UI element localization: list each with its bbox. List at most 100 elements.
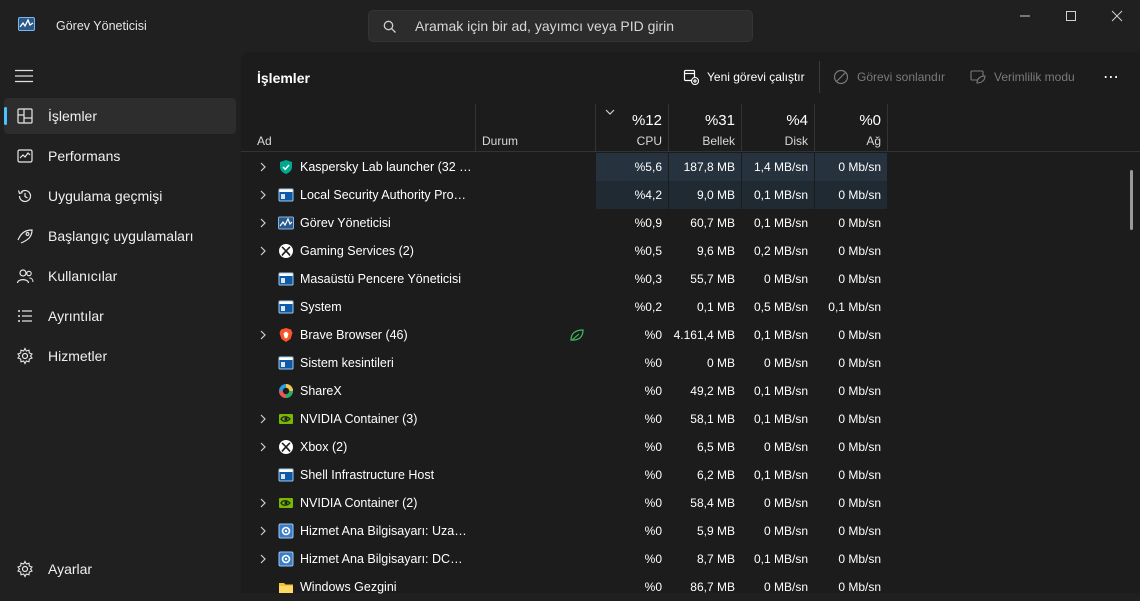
sidebar-item-users[interactable]: Kullanıcılar bbox=[4, 258, 236, 294]
process-row[interactable]: Brave Browser (46) %0 4.161,4 MB 0,1 MB/sn 0… bbox=[241, 321, 1140, 349]
network-value: 0 Mb/sn bbox=[838, 412, 881, 426]
memory-value: 58,1 MB bbox=[690, 412, 735, 426]
run-new-task-button[interactable]: Yeni görevi çalıştır bbox=[683, 66, 805, 88]
brave-icon bbox=[279, 328, 293, 342]
memory-value: 86,7 MB bbox=[690, 580, 735, 594]
users-icon bbox=[16, 269, 34, 284]
end-task-button[interactable]: Görevi sonlandır bbox=[833, 66, 945, 88]
process-name: Shell Infrastructure Host bbox=[300, 468, 435, 482]
process-row[interactable]: Sistem kesintileri %0 0 MB 0 MB/sn 0 Mb/sn bbox=[241, 349, 1140, 377]
column-header-status[interactable]: Durum bbox=[482, 134, 518, 148]
sidebar-item-label: Performans bbox=[48, 148, 121, 164]
process-name: Sistem kesintileri bbox=[300, 356, 394, 370]
process-row[interactable]: Görev Yöneticisi %0,9 60,7 MB 0,1 MB/sn 0 Mb… bbox=[241, 209, 1140, 237]
sidebar-item-app-history[interactable]: Uygulama geçmişi bbox=[4, 178, 236, 214]
search-input[interactable]: Aramak için bir ad, yayımcı veya PID gir… bbox=[415, 18, 674, 34]
process-name: Gaming Services (2) bbox=[300, 244, 414, 258]
memory-value: 60,7 MB bbox=[690, 216, 735, 230]
memory-value: 9,6 MB bbox=[696, 244, 735, 258]
cpu-value: %0,2 bbox=[634, 300, 662, 314]
column-header-name[interactable]: Ad bbox=[257, 134, 272, 148]
title-bar: Görev Yöneticisi Aramak için bir ad, yay… bbox=[0, 0, 1140, 52]
cpu-value: %0 bbox=[644, 328, 662, 342]
efficiency-leaf-icon bbox=[970, 70, 986, 84]
close-button[interactable] bbox=[1094, 6, 1140, 26]
sidebar-item-label: Başlangıç uygulamaları bbox=[48, 228, 194, 244]
task-manager-icon bbox=[278, 216, 294, 230]
services-icon bbox=[17, 347, 33, 365]
process-name: Brave Browser (46) bbox=[300, 328, 408, 342]
memory-value: 58,4 MB bbox=[690, 496, 735, 510]
chevron-right-icon[interactable] bbox=[258, 246, 268, 256]
process-row[interactable]: NVIDIA Container (2) %0 58,4 MB 0 MB/sn 0 Mb… bbox=[241, 489, 1140, 517]
process-row[interactable]: NVIDIA Container (3) %0 58,1 MB 0,1 MB/sn 0 … bbox=[241, 405, 1140, 433]
vertical-scrollbar[interactable] bbox=[1130, 170, 1133, 230]
memory-value: 8,7 MB bbox=[696, 552, 735, 566]
process-row[interactable]: Xbox (2) %0 6,5 MB 0 MB/sn 0 Mb/sn bbox=[241, 433, 1140, 461]
process-name: Masaüstü Pencere Yöneticisi bbox=[300, 272, 461, 286]
performance-icon bbox=[17, 149, 33, 163]
column-header-disk[interactable]: Disk bbox=[742, 134, 808, 148]
process-name: Hizmet Ana Bilgisayarı: Uzaktan Yordam Ç… bbox=[300, 524, 472, 538]
sharex-icon bbox=[279, 384, 293, 398]
xbox-icon bbox=[279, 440, 293, 454]
chevron-right-icon[interactable] bbox=[258, 526, 268, 536]
nvidia-icon bbox=[279, 414, 293, 424]
hamburger-menu-icon[interactable] bbox=[15, 69, 33, 83]
sidebar-item-startup[interactable]: Başlangıç uygulamaları bbox=[4, 218, 236, 254]
process-row[interactable]: Hizmet Ana Bilgisayarı: Uzaktan Yordam Ç… bbox=[241, 517, 1140, 545]
process-name: Görev Yöneticisi bbox=[300, 216, 391, 230]
process-name: Hizmet Ana Bilgisayarı: DCOM Sunucu İşle… bbox=[300, 552, 472, 566]
chevron-right-icon[interactable] bbox=[258, 218, 268, 228]
disk-value: 0 MB/sn bbox=[763, 356, 808, 370]
network-value: 0 Mb/sn bbox=[838, 216, 881, 230]
column-header-cpu-total[interactable]: %12 bbox=[596, 112, 662, 129]
sidebar-item-services[interactable]: Hizmetler bbox=[4, 338, 236, 374]
process-row[interactable]: Gaming Services (2) %0,5 9,6 MB 0,2 MB/sn 0 … bbox=[241, 237, 1140, 265]
chevron-right-icon[interactable] bbox=[258, 554, 268, 564]
process-name: ShareX bbox=[300, 384, 342, 398]
memory-value: 49,2 MB bbox=[690, 384, 735, 398]
maximize-button[interactable] bbox=[1048, 6, 1094, 26]
settings-gear-icon bbox=[17, 560, 33, 578]
process-row[interactable]: Masaüstü Pencere Yöneticisi %0,3 55,7 MB 0 … bbox=[241, 265, 1140, 293]
column-header-memory[interactable]: Bellek bbox=[669, 134, 735, 148]
process-row[interactable]: Shell Infrastructure Host %0 6,2 MB 0,1 MB/… bbox=[241, 461, 1140, 489]
search-box[interactable]: Aramak için bir ad, yayımcı veya PID gir… bbox=[368, 10, 753, 42]
process-row[interactable]: Hizmet Ana Bilgisayarı: DCOM Sunucu İşle… bbox=[241, 545, 1140, 573]
chevron-right-icon[interactable] bbox=[258, 498, 268, 508]
window-app-icon bbox=[278, 468, 294, 482]
cpu-value: %0 bbox=[644, 468, 662, 482]
column-header-memory-total[interactable]: %31 bbox=[669, 112, 735, 129]
chevron-right-icon[interactable] bbox=[258, 442, 268, 452]
disk-value: 0,1 MB/sn bbox=[753, 552, 808, 566]
chevron-right-icon[interactable] bbox=[258, 330, 268, 340]
process-row[interactable]: ShareX %0 49,2 MB 0,1 MB/sn 0 Mb/sn bbox=[241, 377, 1140, 405]
process-row[interactable]: System %0,2 0,1 MB 0,5 MB/sn 0,1 Mb/sn bbox=[241, 293, 1140, 321]
column-header-network[interactable]: Ağ bbox=[815, 134, 881, 148]
more-options-button[interactable]: ⋯ bbox=[1103, 66, 1119, 88]
column-header-cpu[interactable]: CPU bbox=[596, 134, 662, 148]
sidebar-item-performance[interactable]: Performans bbox=[4, 138, 236, 174]
cpu-value: %5,6 bbox=[596, 153, 668, 181]
network-value: 0,1 Mb/sn bbox=[828, 300, 881, 314]
minimize-button[interactable] bbox=[1002, 6, 1048, 26]
kaspersky-icon bbox=[280, 160, 292, 174]
column-header-network-total[interactable]: %0 bbox=[815, 112, 881, 129]
cpu-value: %0 bbox=[644, 412, 662, 426]
process-row[interactable]: Local Security Authority Process (3) %4,2… bbox=[241, 181, 1140, 209]
chevron-right-icon[interactable] bbox=[258, 162, 268, 172]
process-row[interactable]: Kaspersky Lab launcher (32 bit) %5,6 187,8… bbox=[241, 153, 1140, 181]
sidebar-item-processes[interactable]: İşlemler bbox=[4, 98, 236, 134]
chevron-right-icon[interactable] bbox=[258, 414, 268, 424]
sidebar-item-settings[interactable]: Ayarlar bbox=[4, 551, 236, 587]
network-value: 0 Mb/sn bbox=[838, 524, 881, 538]
toolbar-divider bbox=[819, 61, 820, 93]
disk-value: 0,1 MB/sn bbox=[753, 412, 808, 426]
sidebar-item-details[interactable]: Ayrıntılar bbox=[4, 298, 236, 334]
sidebar-item-label: Hizmetler bbox=[48, 348, 108, 364]
column-header-disk-total[interactable]: %4 bbox=[742, 112, 808, 129]
process-row[interactable]: Windows Gezgini %0 86,7 MB 0 MB/sn 0 Mb/sn bbox=[241, 573, 1140, 601]
efficiency-mode-button[interactable]: Verimlilik modu bbox=[970, 66, 1075, 88]
chevron-right-icon[interactable] bbox=[258, 190, 268, 200]
